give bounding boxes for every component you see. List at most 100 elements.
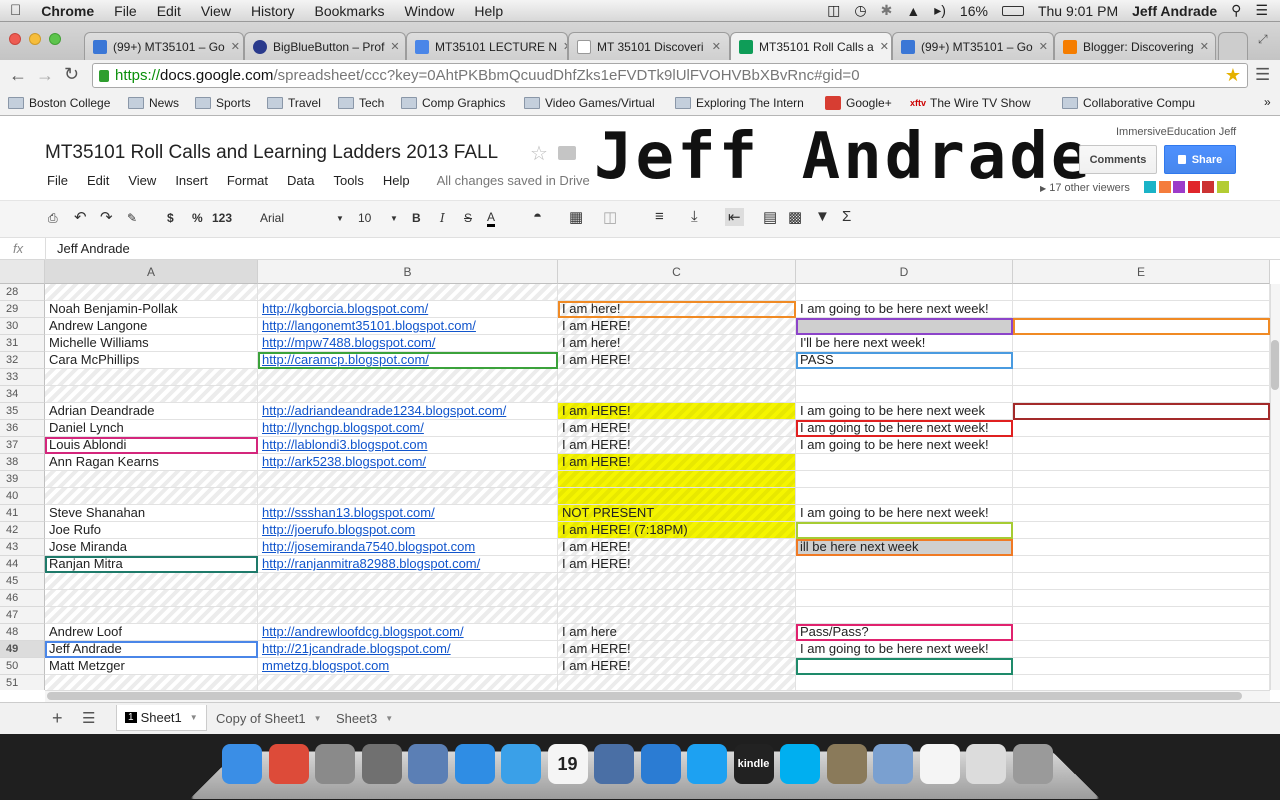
volume-icon[interactable]: ▸): [934, 2, 946, 19]
cell-c[interactable]: I am HERE!: [558, 403, 796, 420]
cell-a[interactable]: Cara McPhillips: [45, 352, 258, 369]
viewer-color-swatch[interactable]: [1187, 181, 1200, 193]
row-number[interactable]: 31: [0, 335, 45, 352]
cell-a[interactable]: Louis Ablondi: [45, 437, 258, 454]
cell-e[interactable]: [1013, 641, 1270, 658]
cell-c[interactable]: [558, 471, 796, 488]
new-tab-button[interactable]: [1218, 32, 1248, 60]
cell-b[interactable]: http://caramcp.blogspot.com/: [258, 352, 558, 369]
cell-b[interactable]: http://lynchgp.blogspot.com/: [258, 420, 558, 437]
tab-close-icon[interactable]: ✕: [1194, 40, 1209, 53]
browser-tab[interactable]: Blogger: Discovering ✕: [1054, 32, 1216, 60]
cell-d[interactable]: [796, 471, 1013, 488]
window-close-icon[interactable]: [9, 33, 21, 45]
add-sheet-icon[interactable]: +: [44, 705, 71, 731]
text-color-icon[interactable]: A: [487, 211, 496, 227]
cell-b[interactable]: http://adriandeandrade1234.blogspot.com/: [258, 403, 558, 420]
sheet-tab-sheet1[interactable]: 1 Sheet1 ▼: [116, 705, 207, 731]
cell-e[interactable]: [1013, 301, 1270, 318]
tab-close-icon[interactable]: ✕: [1033, 40, 1048, 53]
cell-e[interactable]: [1013, 556, 1270, 573]
docs-menu-tools[interactable]: Tools: [333, 173, 363, 188]
cell-e[interactable]: [1013, 539, 1270, 556]
folder-icon[interactable]: [873, 744, 913, 784]
cell-a[interactable]: Andrew Loof: [45, 624, 258, 641]
row-number[interactable]: 37: [0, 437, 45, 454]
app-menu[interactable]: Chrome: [31, 3, 104, 19]
bookmark-exploring[interactable]: Exploring The Intern: [675, 96, 804, 110]
column-header-b[interactable]: B: [258, 260, 558, 284]
menu-history[interactable]: History: [241, 3, 305, 19]
cell-b[interactable]: mmetzg.blogspot.com: [258, 658, 558, 675]
chevron-down-icon[interactable]: ▼: [390, 214, 398, 223]
system-preferences-icon[interactable]: [315, 744, 355, 784]
cell-b[interactable]: http://ranjanmitra82988.blogspot.com/: [258, 556, 558, 573]
bookmark-collaborative[interactable]: Collaborative Compu: [1062, 96, 1195, 110]
vertical-scroll-thumb[interactable]: [1271, 340, 1279, 390]
undo-icon[interactable]: ↶: [74, 208, 87, 226]
kindle-icon[interactable]: kindle: [733, 744, 774, 784]
cell-a[interactable]: Ann Ragan Kearns: [45, 454, 258, 471]
launchpad-icon[interactable]: [361, 744, 402, 784]
italic-icon[interactable]: I: [440, 211, 445, 225]
cell-c[interactable]: [558, 369, 796, 386]
cell-a[interactable]: [45, 369, 258, 386]
cell-c[interactable]: [558, 488, 796, 505]
cell-d[interactable]: Pass/Pass?: [796, 624, 1013, 641]
row-number[interactable]: 42: [0, 522, 45, 539]
docs-menu-format[interactable]: Format: [227, 173, 268, 188]
chrome-menu-icon[interactable]: ☰: [1255, 65, 1270, 85]
cell-d[interactable]: [796, 675, 1013, 690]
tab-close-icon[interactable]: ✕: [225, 40, 240, 53]
cell-d[interactable]: [796, 658, 1013, 675]
cell-c[interactable]: NOT PRESENT: [558, 505, 796, 522]
row-number[interactable]: 36: [0, 420, 45, 437]
docs-menu-edit[interactable]: Edit: [87, 173, 109, 188]
row-number[interactable]: 47: [0, 607, 45, 624]
docs-menu-view[interactable]: View: [128, 173, 156, 188]
percent-format-button[interactable]: %: [192, 211, 203, 225]
cell-c[interactable]: I am HERE!: [558, 556, 796, 573]
column-header-e[interactable]: E: [1013, 260, 1270, 284]
fill-color-icon[interactable]: ◓: [533, 208, 542, 225]
cell-c[interactable]: I am HERE!: [558, 318, 796, 335]
cell-e[interactable]: [1013, 658, 1270, 675]
reload-icon[interactable]: ↻: [64, 64, 79, 85]
cell-a[interactable]: Steve Shanahan: [45, 505, 258, 522]
row-number[interactable]: 29: [0, 301, 45, 318]
cell-a[interactable]: Michelle Williams: [45, 335, 258, 352]
gimp-icon[interactable]: [826, 744, 867, 784]
cell-c[interactable]: I am here!: [558, 335, 796, 352]
cell-b[interactable]: [258, 471, 558, 488]
cell-d[interactable]: [796, 386, 1013, 403]
apple-menu-icon[interactable]: : [0, 2, 31, 19]
docs-menu-data[interactable]: Data: [287, 173, 314, 188]
cell-e[interactable]: [1013, 420, 1270, 437]
font-family-select[interactable]: Arial: [260, 211, 284, 225]
cell-b[interactable]: http://mpw7488.blogspot.com/: [258, 335, 558, 352]
cell-a[interactable]: [45, 607, 258, 624]
bookmark-comp-graphics[interactable]: Comp Graphics: [401, 96, 505, 110]
blog-link[interactable]: http://ranjanmitra82988.blogspot.com/: [262, 556, 480, 571]
cell-c[interactable]: [558, 386, 796, 403]
cell-a[interactable]: Daniel Lynch: [45, 420, 258, 437]
cell-c[interactable]: I am HERE!: [558, 454, 796, 471]
cell-d[interactable]: I am going to be here next week!: [796, 641, 1013, 658]
font-size-select[interactable]: 10: [358, 211, 371, 225]
cell-c[interactable]: [558, 607, 796, 624]
skype-icon[interactable]: [780, 744, 820, 784]
formula-input[interactable]: Jeff Andrade: [57, 241, 130, 256]
blog-link[interactable]: http://caramcp.blogspot.com/: [262, 352, 429, 367]
cell-e[interactable]: [1013, 624, 1270, 641]
chevron-down-icon[interactable]: ▼: [336, 214, 344, 223]
blog-link[interactable]: http://ark5238.blogspot.com/: [262, 454, 426, 469]
cell-a[interactable]: [45, 284, 258, 301]
cell-c[interactable]: I am HERE!: [558, 539, 796, 556]
battery-percent[interactable]: 16%: [960, 3, 988, 19]
insert-chart-icon[interactable]: ▩: [788, 208, 802, 226]
cell-e[interactable]: [1013, 505, 1270, 522]
browser-tab-active[interactable]: MT35101 Roll Calls a ✕: [730, 32, 892, 60]
cell-c[interactable]: I am HERE!: [558, 420, 796, 437]
cell-e[interactable]: [1013, 488, 1270, 505]
row-number[interactable]: 39: [0, 471, 45, 488]
